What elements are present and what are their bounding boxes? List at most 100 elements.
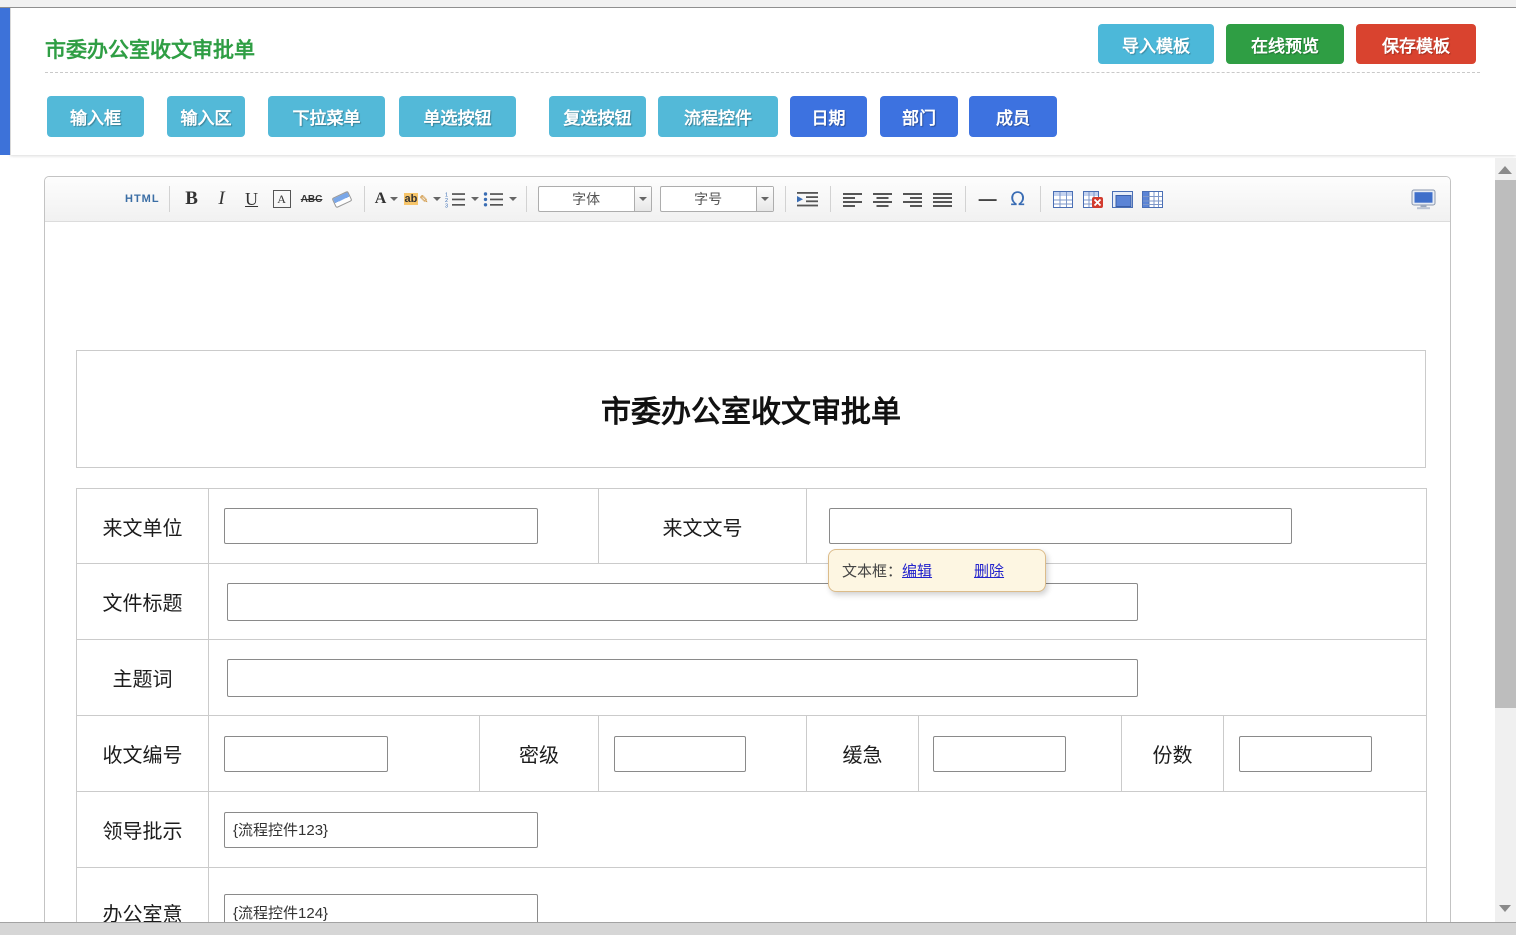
monitor-icon [1411,189,1436,210]
font-family-select[interactable]: 字体 [538,186,652,212]
toolbar-separator [830,186,831,212]
indent-button[interactable] [795,186,821,212]
vertical-scrollbar[interactable] [1495,158,1516,922]
fullscreen-button[interactable] [1410,186,1436,212]
component-button-radio[interactable]: 单选按钮 [399,96,516,137]
page-title: 市委办公室收文审批单 [45,34,255,64]
label-wenjian-biaoti: 文件标题 [77,564,209,640]
editor-toolbar: HTML B I U A ABC A ab✎ 123 字体 字号 [45,177,1450,222]
left-accent-strip [0,8,10,155]
table-row: 领导批示 [77,792,1427,868]
component-button-member[interactable]: 成员 [969,96,1057,137]
unordered-list-icon [483,191,505,208]
zhutici-input[interactable] [227,659,1138,697]
component-button-dropdown[interactable]: 下拉菜单 [268,96,385,137]
label-miji: 密级 [480,716,599,792]
chevron-down-icon [390,197,398,201]
shouwen-bianhao-input[interactable] [224,736,388,772]
html-source-button[interactable]: HTML [125,186,160,212]
header-actions: 导入模板 在线预览 保存模板 [1098,24,1476,64]
font-style-box-icon: A [273,190,291,208]
laiwen-wenhao-input[interactable] [829,508,1292,544]
tooltip-edit-link[interactable]: 编辑 [902,560,932,581]
import-template-button[interactable]: 导入模板 [1098,24,1214,64]
svg-text:3: 3 [445,203,448,208]
eraser-icon [331,190,352,208]
align-justify-icon [933,192,952,207]
delete-table-button[interactable] [1080,186,1106,212]
save-template-button[interactable]: 保存模板 [1356,24,1476,64]
toolbar-separator [364,186,365,212]
align-center-icon [873,192,892,207]
italic-button[interactable]: I [209,186,235,212]
table-properties-button[interactable] [1140,186,1166,212]
strikethrough-button[interactable]: ABC [299,186,325,212]
delete-table-icon [1083,191,1103,208]
align-justify-button[interactable] [930,186,956,212]
insert-table-button[interactable] [1050,186,1076,212]
label-lingdao-pishi: 领导批示 [77,792,209,868]
table-row: 主题词 [77,640,1427,716]
dashed-divider [45,72,1480,73]
cell-properties-icon [1112,191,1133,208]
scrollbar-down-arrow[interactable] [1499,905,1511,912]
chevron-down-icon [756,187,773,211]
lingdao-pishi-input[interactable] [224,812,538,848]
toolbar-separator [965,186,966,212]
toolbar-separator [785,186,786,212]
miji-input[interactable] [614,736,746,772]
component-button-textarea[interactable]: 输入区 [167,96,245,137]
component-button-input-box[interactable]: 输入框 [47,96,144,137]
control-tooltip: 文本框： 编辑 删除 [828,549,1046,592]
chevron-down-icon [509,197,517,201]
toolbar-separator [1040,186,1041,212]
align-center-button[interactable] [870,186,896,212]
font-color-button[interactable]: A [374,186,400,212]
font-size-select[interactable]: 字号 [660,186,774,212]
huanji-input[interactable] [933,736,1066,772]
eraser-button[interactable] [329,186,355,212]
laiwen-danwei-input[interactable] [224,508,538,544]
online-preview-button[interactable]: 在线预览 [1226,24,1344,64]
editor-canvas[interactable]: 市委办公室收文审批单 来文单位 来文文号 文件标题 主题词 收文 [45,222,1450,935]
pencil-icon: ✎ [419,193,428,206]
label-laiwen-danwei: 来文单位 [77,489,209,564]
tooltip-delete-link[interactable]: 删除 [974,560,1004,581]
scrollbar-thumb[interactable] [1495,180,1516,708]
table-row: 文件标题 [77,564,1427,640]
insert-table-icon [1053,191,1073,208]
cell-properties-button[interactable] [1110,186,1136,212]
form-title: 市委办公室收文审批单 [601,387,901,431]
horizontal-rule-button[interactable]: — [975,186,1001,212]
align-right-icon [903,192,922,207]
table-properties-icon [1142,191,1163,208]
form-table: 来文单位 来文文号 文件标题 主题词 收文编号 密级 缓急 份数 [76,488,1427,935]
align-left-icon [843,192,862,207]
editor-panel: HTML B I U A ABC A ab✎ 123 字体 字号 [44,176,1451,935]
toolbar-separator [169,186,170,212]
toolbar-separator [526,186,527,212]
top-bar [0,0,1516,8]
unordered-list-button[interactable] [483,186,517,212]
component-button-flow-control[interactable]: 流程控件 [658,96,778,137]
table-row: 收文编号 密级 缓急 份数 [77,716,1427,792]
highlight-color-button[interactable]: ab✎ [404,186,441,212]
chevron-down-icon [471,197,479,201]
ordered-list-icon: 123 [445,191,467,208]
underline-button[interactable]: U [239,186,265,212]
label-zhutici: 主题词 [77,640,209,716]
ordered-list-button[interactable]: 123 [445,186,479,212]
bold-button[interactable]: B [179,186,205,212]
header-panel: 市委办公室收文审批单 导入模板 在线预览 保存模板 输入框 输入区 下拉菜单 单… [10,8,1516,155]
special-char-button[interactable]: Ω [1005,186,1031,212]
chevron-down-icon [433,197,441,201]
fenshu-input[interactable] [1239,736,1372,772]
align-left-button[interactable] [840,186,866,212]
component-button-department[interactable]: 部门 [880,96,958,137]
scrollbar-up-arrow[interactable] [1498,166,1512,174]
align-right-button[interactable] [900,186,926,212]
component-button-checkbox[interactable]: 复选按钮 [549,96,646,137]
component-button-date[interactable]: 日期 [790,96,867,137]
font-style-button[interactable]: A [269,186,295,212]
label-fenshu: 份数 [1122,716,1224,792]
